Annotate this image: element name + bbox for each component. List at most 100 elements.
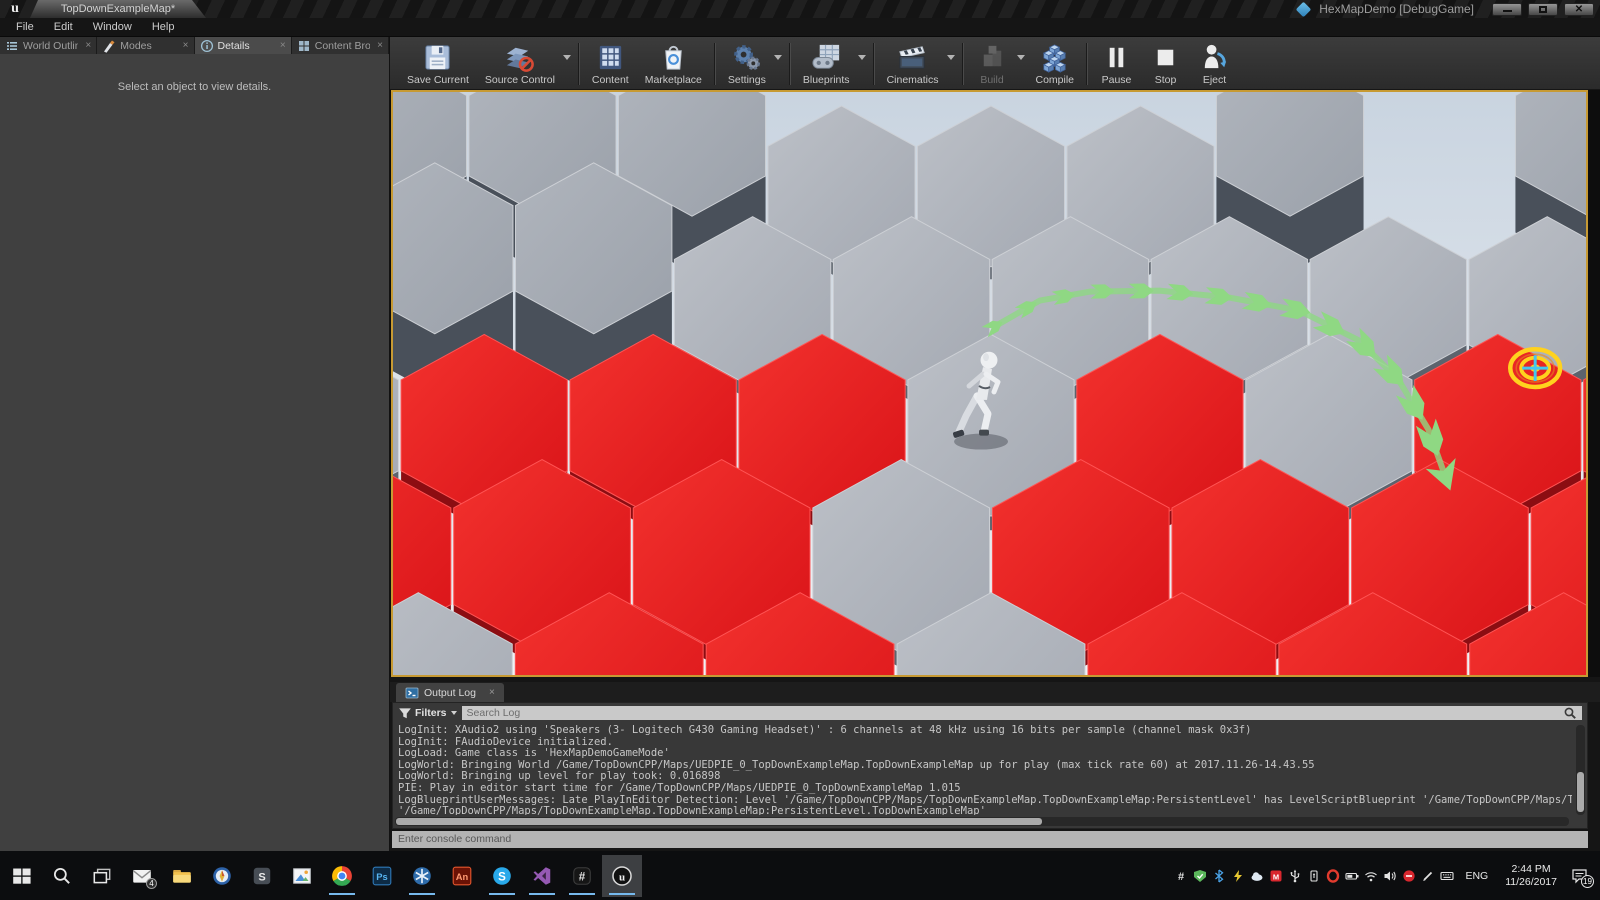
taskbar-unreal-icon[interactable]: u <box>602 855 642 897</box>
usb-icon[interactable] <box>1286 867 1303 884</box>
main-toolbar: Save CurrentSource Control Content Marketp… <box>390 37 1600 90</box>
toolbar-eject-button[interactable]: Eject <box>1190 39 1239 89</box>
cinematics-icon <box>896 41 929 74</box>
svg-text:#: # <box>1178 871 1184 883</box>
taskbar-photoshop-icon[interactable]: Ps <box>362 855 402 897</box>
taskbar-blue-circle-app-icon[interactable] <box>402 855 442 897</box>
toolbar-stop-button[interactable]: Stop <box>1141 39 1190 89</box>
toolbar-build-button: Build <box>968 39 1017 89</box>
taskbar-task-view-icon[interactable] <box>82 855 122 897</box>
level-tab[interactable]: TopDownExampleMap* <box>30 0 206 18</box>
taskbar-visual-studio-icon[interactable] <box>522 855 562 897</box>
vertical-scrollbar[interactable] <box>1576 725 1585 815</box>
taskbar-clock[interactable]: 2:44 PM11/26/2017 <box>1498 863 1564 888</box>
scrollbar-thumb[interactable] <box>396 818 1042 825</box>
toolbar-pause-button[interactable]: Pause <box>1092 39 1141 89</box>
toolbar-settings-button[interactable]: Settings <box>720 39 774 89</box>
taskbar-s-app-icon[interactable]: S <box>242 855 282 897</box>
close-tab-icon[interactable]: × <box>489 687 495 698</box>
onedrive-icon[interactable] <box>1248 867 1265 884</box>
scrollbar-thumb[interactable] <box>1577 772 1584 812</box>
game-viewport[interactable] <box>391 90 1588 677</box>
battery-icon[interactable] <box>1343 867 1360 884</box>
toolbar-separator <box>873 43 875 85</box>
toolbar-cinematics-button[interactable]: Cinematics <box>879 39 947 89</box>
close-tab-icon[interactable]: × <box>82 40 91 51</box>
mega-icon[interactable]: M <box>1267 867 1284 884</box>
taskbar-file-explorer-icon[interactable] <box>162 855 202 897</box>
output-log-tab[interactable]: Output Log × <box>396 683 504 702</box>
close-button[interactable]: ✕ <box>1564 3 1594 16</box>
taskbar-compass-app-icon[interactable] <box>202 855 242 897</box>
taskbar-slack-icon[interactable]: # <box>562 855 602 897</box>
unreal-icon: u <box>611 865 633 887</box>
wifi-icon[interactable] <box>1362 867 1379 884</box>
info-icon <box>200 39 214 53</box>
menu-edit[interactable]: Edit <box>44 18 83 37</box>
device-icon[interactable] <box>1305 867 1322 884</box>
taskbar-photos-app-icon[interactable] <box>282 855 322 897</box>
chevron-down-icon[interactable] <box>1017 55 1025 60</box>
panel-tab-content-bro[interactable]: Content Bro× <box>292 37 389 54</box>
toolbar-blueprints-button[interactable]: Blueprints <box>795 39 858 89</box>
search-icon <box>1563 706 1577 720</box>
filters-button[interactable]: Filters <box>398 706 457 720</box>
defender-icon[interactable] <box>1191 867 1208 884</box>
bolt-icon[interactable] <box>1229 867 1246 884</box>
toolbar-marketplace-button[interactable]: Marketplace <box>637 39 710 89</box>
slack-tray-icon[interactable]: # <box>1172 867 1189 884</box>
volume-icon[interactable] <box>1381 867 1398 884</box>
maximize-button[interactable] <box>1528 3 1558 16</box>
pen-icon[interactable] <box>1419 867 1436 884</box>
opera-icon[interactable] <box>1324 867 1341 884</box>
toolbar-button-label: Compile <box>1036 74 1075 86</box>
dnd-icon[interactable] <box>1400 867 1417 884</box>
console-command-input[interactable]: Enter console command <box>392 831 1588 848</box>
toolbar-content-button[interactable]: Content <box>584 39 637 89</box>
eject-icon <box>1198 41 1231 74</box>
taskbar-skype-icon[interactable]: S <box>482 855 522 897</box>
chevron-down-icon[interactable] <box>858 55 866 60</box>
menu-help[interactable]: Help <box>142 18 185 37</box>
taskbar-animate-icon[interactable]: An <box>442 855 482 897</box>
toolbar-save-current-button[interactable]: Save Current <box>399 39 477 89</box>
slack-icon: # <box>571 865 593 887</box>
chevron-down-icon[interactable] <box>774 55 782 60</box>
funnel-icon <box>398 706 412 720</box>
modes-icon <box>102 39 116 53</box>
log-line: LogInit: XAudio2 using 'Speakers (3- Log… <box>398 725 1572 737</box>
menu-window[interactable]: Window <box>83 18 142 37</box>
photos-app-icon <box>291 865 313 887</box>
notification-center-button[interactable]: 19 <box>1566 864 1592 888</box>
toolbar-source-control-button[interactable]: Source Control <box>477 39 563 89</box>
toolbar-button-label: Content <box>592 74 629 86</box>
toolbar-compile-button[interactable]: Compile <box>1028 39 1083 89</box>
panel-tab-label: World Outlin <box>23 40 78 52</box>
panel-tab-world-outlin[interactable]: World Outlin × <box>0 37 97 54</box>
titlebar[interactable]: u TopDownExampleMap* HexMapDemo [DebugGa… <box>0 0 1600 18</box>
toolbar-button-label: Blueprints <box>803 74 850 86</box>
taskbar-chrome-icon[interactable] <box>322 855 362 897</box>
language-indicator[interactable]: ENG <box>1457 870 1496 882</box>
panel-tab-modes[interactable]: Modes× <box>97 37 194 54</box>
taskbar-search-icon[interactable] <box>42 855 82 897</box>
app-title: HexMapDemo [DebugGame] <box>1319 2 1474 16</box>
panel-tab-details[interactable]: Details× <box>195 37 292 54</box>
search-log-input[interactable]: Search Log <box>462 706 1582 720</box>
bluetooth-icon[interactable] <box>1210 867 1227 884</box>
svg-text:u: u <box>619 871 625 883</box>
close-tab-icon[interactable]: × <box>374 40 383 51</box>
animate-icon: An <box>451 865 473 887</box>
horizontal-scrollbar[interactable] <box>395 817 1569 826</box>
taskbar-start-icon[interactable] <box>2 855 42 897</box>
close-tab-icon[interactable]: × <box>180 40 189 51</box>
close-tab-icon[interactable]: × <box>277 40 286 51</box>
chevron-down-icon[interactable] <box>947 55 955 60</box>
settings-icon <box>730 41 763 74</box>
taskbar-mail-icon[interactable]: 4 <box>122 855 162 897</box>
menu-file[interactable]: File <box>6 18 44 37</box>
minimize-button[interactable] <box>1492 3 1522 16</box>
content-browser-icon <box>297 39 311 53</box>
keyboard-icon[interactable] <box>1438 867 1455 884</box>
chevron-down-icon[interactable] <box>563 55 571 60</box>
